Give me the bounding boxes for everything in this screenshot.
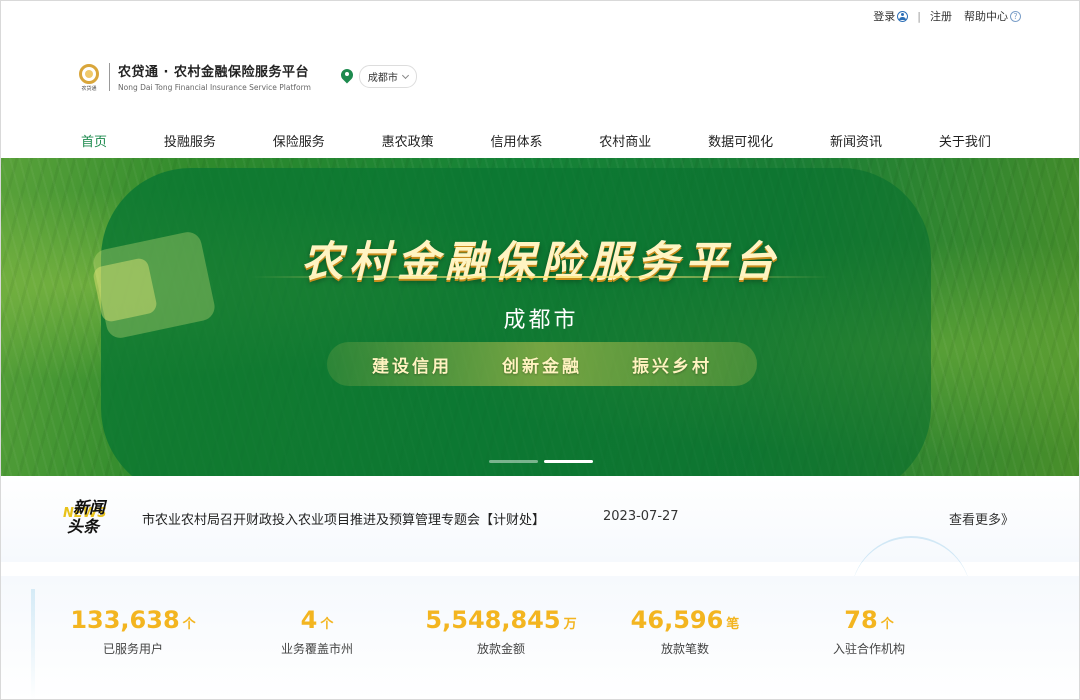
site-subtitle: Nong Dai Tong Financial Insurance Servic… (118, 83, 311, 92)
city-dropdown[interactable]: 成都市 (358, 65, 417, 88)
carousel-dot-2[interactable] (544, 460, 593, 463)
carousel-indicators (489, 460, 593, 463)
help-center-link[interactable]: 帮助中心 (964, 8, 1008, 24)
stat-label: 放款金额 (476, 642, 525, 656)
location-pin-icon (341, 69, 353, 85)
hero-banner[interactable]: 农村金融保险服务平台 成都市 建设信用 创新金融 振兴乡村 (1, 158, 1079, 476)
register-link[interactable]: 注册 (930, 8, 952, 24)
stat-label: 业务覆盖市州 (280, 642, 353, 656)
stat-covered-cities: 4个 业务覆盖市州 (225, 606, 409, 657)
stat-label: 入驻合作机构 (832, 642, 905, 656)
slogan-1: 建设信用 (372, 356, 452, 377)
decor-line (31, 589, 35, 699)
hero-city: 成都市 (503, 308, 579, 333)
help-icon[interactable]: ? (1010, 10, 1021, 22)
user-icon[interactable] (897, 10, 909, 22)
stat-label: 放款笔数 (660, 642, 709, 656)
nav-item-credit[interactable]: 信用体系 (480, 129, 552, 156)
stat-loan-amount: 5,548,845 万 放款金额 (409, 606, 593, 657)
nav-item-data-viz[interactable]: 数据可视化 (698, 129, 783, 156)
stat-unit: 万 (563, 617, 577, 632)
news-date: 2023-07-27 (603, 509, 679, 524)
carousel-dot-1[interactable] (489, 460, 538, 463)
main-nav: 首页 投融服务 保险服务 惠农政策 信用体系 农村商业 数据可视化 新闻资讯 关… (71, 129, 1001, 160)
brand: 农贷通 农贷通 · 农村金融保险服务平台 Nong Dai Tong Finan… (77, 61, 417, 92)
stat-partner-institutions: 78 个 入驻合作机构 (777, 606, 961, 657)
stat-value: 46,596 (630, 606, 724, 634)
city-selector[interactable]: 成都市 (341, 65, 417, 88)
login-link[interactable]: 登录 (873, 8, 895, 24)
stat-value: 78 (844, 606, 878, 634)
nav-item-about[interactable]: 关于我们 (929, 129, 1001, 156)
stat-value: 4 (300, 606, 318, 634)
stat-unit: 个 (320, 617, 334, 632)
nav-item-home[interactable]: 首页 (71, 129, 118, 160)
city-value: 成都市 (367, 73, 398, 84)
stat-unit: 个 (182, 617, 196, 632)
stat-value: 133,638 (70, 606, 180, 634)
news-headline-link[interactable]: 市农业农村局召开财政投入农业项目推进及预算管理专题会【计财处】 (142, 509, 545, 528)
stat-loan-count: 46,596 笔 放款笔数 (593, 606, 777, 657)
news-headline-strip: NEWS 新闻 头条 市农业农村局召开财政投入农业项目推进及预算管理专题会【计财… (1, 476, 1079, 562)
slogan-2: 创新金融 (502, 356, 582, 377)
nav-item-policy[interactable]: 惠农政策 (372, 129, 444, 156)
separator: | (917, 9, 921, 23)
page: 登录 | 注册 帮助中心 ? 农贷通 农贷通 · 农村金融保险服务平台 Nong… (0, 0, 1080, 700)
top-utility-bar: 登录 | 注册 帮助中心 ? (873, 7, 1021, 25)
nav-item-commerce[interactable]: 农村商业 (589, 129, 661, 156)
logo-text: 农贷通 (81, 85, 97, 92)
brand-text[interactable]: 农贷通 · 农村金融保险服务平台 Nong Dai Tong Financial… (118, 61, 311, 92)
brand-divider (109, 62, 110, 91)
stat-label: 已服务用户 (102, 642, 163, 656)
stat-unit: 笔 (726, 617, 740, 632)
slogan-bar: 建设信用 创新金融 振兴乡村 (327, 342, 757, 386)
slogan-3: 振兴乡村 (632, 356, 712, 377)
view-more-link[interactable]: 查看更多》 (949, 509, 1014, 528)
news-badge: NEWS 新闻 头条 (63, 494, 125, 536)
stat-unit: 个 (880, 617, 894, 632)
chevron-down-icon (401, 71, 409, 79)
hero-title: 农村金融保险服务平台 (300, 237, 781, 286)
logo-icon[interactable]: 农贷通 (77, 62, 101, 92)
hero-title-underline (251, 276, 831, 278)
stat-served-users: 133,638 个 已服务用户 (41, 606, 225, 657)
stat-value: 5,548,845 (425, 606, 561, 634)
nav-item-investment[interactable]: 投融服务 (154, 129, 226, 156)
nav-item-news[interactable]: 新闻资讯 (820, 129, 892, 156)
nav-item-insurance[interactable]: 保险服务 (263, 129, 335, 156)
site-title: 农贷通 · 农村金融保险服务平台 (118, 65, 309, 80)
news-badge-line-2: 头条 (67, 517, 100, 536)
stats-row: 133,638 个 已服务用户 4个 业务覆盖市州 5,548,845 万 放款金额… (41, 606, 961, 657)
